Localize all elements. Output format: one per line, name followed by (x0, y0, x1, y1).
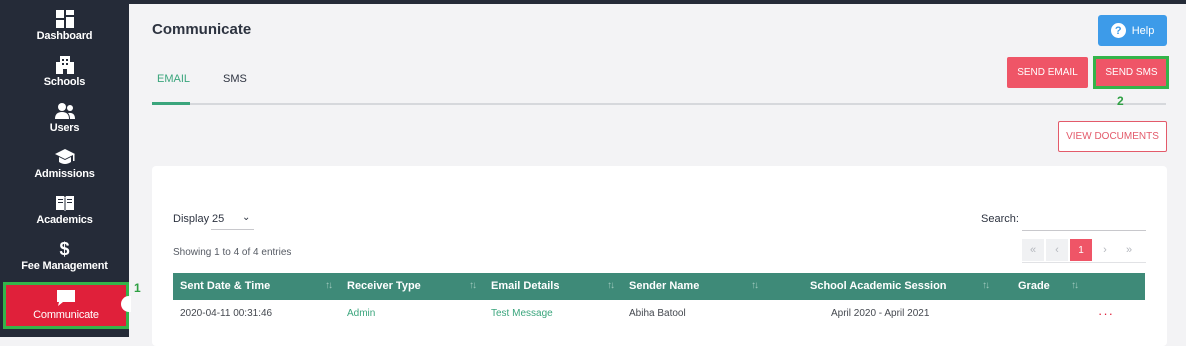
sort-icon[interactable]: ↑↓ (607, 280, 615, 291)
column-header-receiver[interactable]: Receiver Type (347, 280, 421, 292)
tab-sms[interactable]: SMS (223, 73, 247, 85)
annotation-label-1: 1 (134, 281, 141, 295)
page-number-current[interactable]: 1 (1070, 239, 1092, 261)
column-header-grade[interactable]: Grade (1018, 280, 1050, 292)
book-icon (54, 193, 76, 213)
sort-icon[interactable]: ↑↓ (1071, 280, 1079, 291)
sort-icon[interactable]: ↑↓ (982, 280, 990, 291)
dollar-icon: $ (59, 239, 70, 259)
help-button[interactable]: ? Help (1098, 15, 1167, 46)
users-icon (54, 101, 76, 121)
sort-icon[interactable]: ↑↓ (469, 280, 477, 291)
last-page-icon[interactable]: » (1118, 239, 1140, 261)
column-header-sender[interactable]: Sender Name (629, 280, 699, 292)
email-log-card: Display 25 ⌄ Search: Showing 1 to 4 of 4… (152, 166, 1167, 346)
sidebar-item-admissions[interactable]: Admissions (0, 147, 129, 193)
page-title: Communicate (152, 21, 252, 38)
sidebar-item-label: Communicate (33, 309, 99, 321)
table-row: 2020-04-11 00:31:46 Admin Test Message A… (173, 300, 1145, 330)
graduation-cap-icon (54, 147, 76, 167)
cell-sent-date: 2020-04-11 00:31:46 (180, 308, 273, 319)
tab-email[interactable]: EMAIL (157, 73, 190, 85)
sort-icon[interactable]: ↑↓ (325, 280, 333, 291)
cell-receiver-type[interactable]: Admin (347, 308, 375, 319)
sidebar-item-communicate[interactable]: Communicate (3, 282, 129, 329)
next-page-icon[interactable]: › (1094, 239, 1116, 261)
dashboard-icon (54, 9, 76, 29)
question-icon: ? (1110, 23, 1126, 38)
cell-session: April 2020 - April 2021 (831, 308, 930, 319)
sidebar-item-label: Admissions (34, 168, 95, 180)
search-label: Search: (981, 213, 1019, 225)
cell-sender-name: Abiha Batool (629, 308, 686, 319)
display-label: Display (173, 213, 210, 225)
sidebar-item-label: Academics (36, 214, 93, 226)
sidebar-item-label: Users (49, 122, 80, 134)
row-actions-icon[interactable]: ··· (1098, 306, 1114, 321)
building-icon (54, 55, 76, 75)
sidebar: Dashboard Schools Users Admissions Acade… (0, 0, 129, 337)
sidebar-collapse-handle[interactable] (121, 296, 131, 312)
display-count-select[interactable]: 25 ⌄ (211, 211, 254, 230)
table-header: Sent Date & Time ↑↓ Receiver Type ↑↓ Ema… (173, 273, 1145, 300)
first-page-icon[interactable]: « (1022, 239, 1044, 261)
display-count-value: 25 (212, 213, 225, 225)
sidebar-item-label: Schools (43, 76, 86, 88)
sidebar-item-label: Dashboard (36, 30, 93, 42)
sidebar-item-label: Fee Management (21, 260, 108, 272)
entries-info: Showing 1 to 4 of 4 entries (173, 247, 292, 258)
pagination: « ‹ 1 › » (1022, 239, 1146, 263)
top-bar (0, 0, 1186, 4)
sort-icon[interactable]: ↑↓ (751, 280, 759, 291)
cell-email-details[interactable]: Test Message (491, 308, 553, 319)
prev-page-icon[interactable]: ‹ (1046, 239, 1068, 261)
sidebar-item-schools[interactable]: Schools (0, 55, 129, 101)
search-input[interactable] (1022, 211, 1146, 231)
sidebar-item-fee-management[interactable]: $ Fee Management (0, 239, 129, 285)
active-tab-indicator (152, 102, 190, 105)
column-header-email-details[interactable]: Email Details (491, 280, 559, 292)
chevron-down-icon: ⌄ (242, 212, 251, 223)
sidebar-item-users[interactable]: Users (0, 101, 129, 147)
column-header-sent[interactable]: Sent Date & Time (180, 280, 270, 292)
help-label: Help (1131, 24, 1155, 37)
column-header-session[interactable]: School Academic Session (810, 280, 947, 292)
chat-icon (55, 288, 77, 308)
sidebar-item-dashboard[interactable]: Dashboard (0, 9, 129, 55)
send-email-button[interactable]: SEND EMAIL (1007, 57, 1088, 88)
sidebar-item-academics[interactable]: Academics (0, 193, 129, 239)
annotation-label-2: 2 (1117, 94, 1124, 108)
view-documents-button[interactable]: VIEW DOCUMENTS (1058, 121, 1167, 152)
send-sms-highlight (1093, 56, 1169, 89)
